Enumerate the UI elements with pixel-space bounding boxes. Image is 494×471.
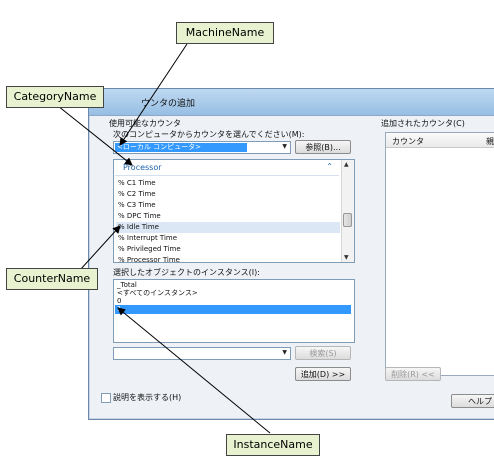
counter-arrow (79, 225, 121, 271)
machine-arrow (119, 43, 188, 146)
instance-arrow (117, 307, 271, 434)
callout-machine-name: MachineName (176, 22, 274, 44)
callout-counter-name: CounterName (6, 268, 98, 290)
callout-arrows (57, 43, 271, 434)
callout-category-name: CategoryName (6, 86, 104, 108)
callout-instance-name: InstanceName (226, 434, 320, 456)
category-arrow (57, 105, 133, 166)
